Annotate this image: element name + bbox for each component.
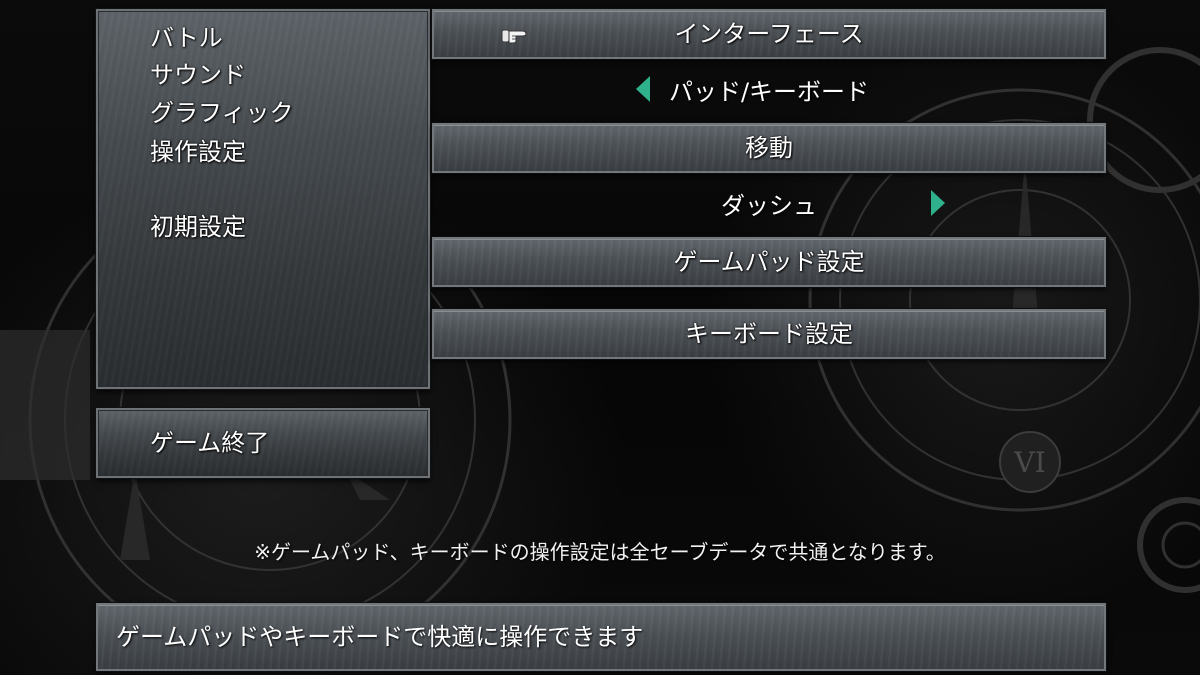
movement-option-value: ダッシュ (721, 191, 817, 220)
right-arrow-icon[interactable] (931, 190, 945, 216)
quit-game-label: ゲーム終了 (150, 429, 270, 457)
movement-section-header: 移動 (431, 122, 1107, 174)
interface-header-label: インターフェース (674, 20, 864, 48)
gamepad-settings-label: ゲームパッド設定 (673, 248, 865, 276)
menu-item-battle[interactable]: バトル (150, 26, 223, 50)
options-screen: VI バトル サウンド グラフィック 操作設定 初期設定 ゲーム終了 インターフ… (0, 0, 1200, 675)
svg-text:VI: VI (1013, 446, 1045, 479)
quit-game-button[interactable]: ゲーム終了 (95, 407, 431, 479)
gamepad-settings-button[interactable]: ゲームパッド設定 (431, 236, 1107, 288)
menu-item-sound[interactable]: サウンド (150, 63, 246, 87)
menu-item-controls[interactable]: 操作設定 (150, 140, 246, 164)
keyboard-settings-label: キーボード設定 (685, 320, 853, 348)
category-menu-panel (95, 8, 431, 390)
shared-settings-note: ※ゲームパッド、キーボードの操作設定は全セーブデータで共通となります。 (254, 540, 946, 564)
left-arrow-icon[interactable] (636, 76, 650, 102)
movement-option-selector[interactable]: ダッシュ (432, 183, 1106, 223)
menu-item-reset-defaults[interactable]: 初期設定 (150, 215, 246, 239)
interface-section-header: インターフェース (431, 8, 1107, 60)
help-description-bar: ゲームパッドやキーボードで快適に操作できます (95, 602, 1107, 672)
help-description-text: ゲームパッドやキーボードで快適に操作できます (116, 623, 644, 651)
menu-item-graphics[interactable]: グラフィック (150, 101, 294, 125)
movement-header-label: 移動 (745, 134, 793, 162)
pointing-hand-icon (501, 29, 527, 44)
interface-option-selector[interactable]: パッド/キーボード (432, 69, 1106, 109)
interface-option-value: パッド/キーボード (668, 77, 870, 106)
keyboard-settings-button[interactable]: キーボード設定 (431, 308, 1107, 360)
